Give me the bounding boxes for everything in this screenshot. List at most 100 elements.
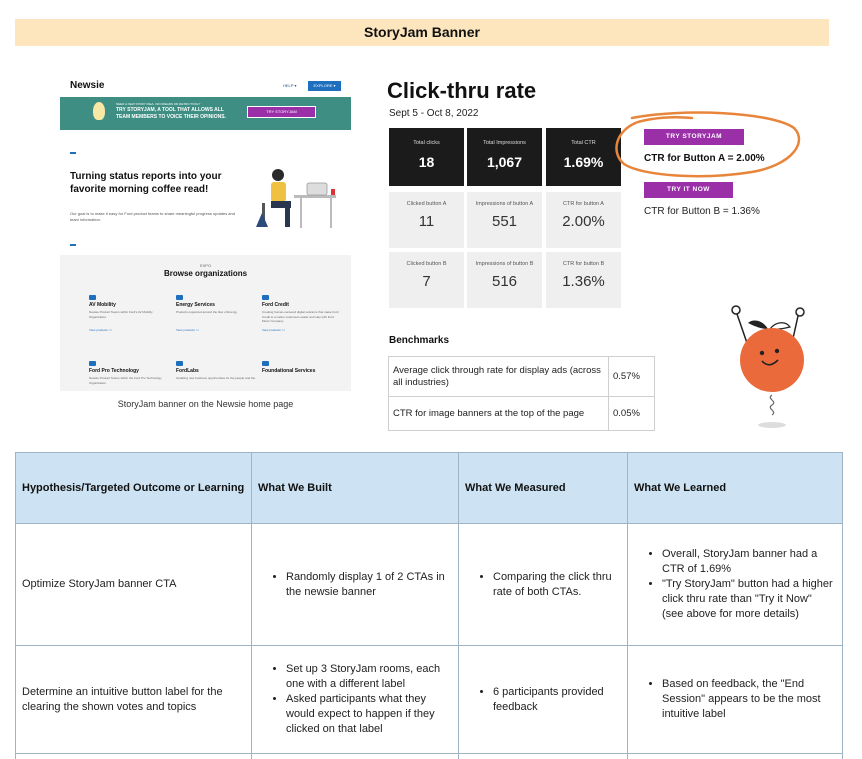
- org-more-link: View products >>: [176, 328, 200, 332]
- org-desc: Products organized around the flow of En…: [176, 310, 238, 314]
- benchmark-label: Average click through rate for display a…: [388, 356, 609, 397]
- hypothesis-cell: Determine an intuitive button label for …: [15, 645, 252, 754]
- total-impressions-tile: Total Impressions 1,067: [467, 128, 542, 186]
- tile-value: 7: [422, 273, 431, 290]
- org-name: Energy Services: [176, 302, 215, 308]
- tile-value: 18: [418, 154, 435, 170]
- newsie-logo: Newsie: [70, 80, 105, 91]
- tile-value: 551: [491, 213, 518, 230]
- newsie-header: Newsie HELP ▾ EXPLORE ▾: [60, 75, 351, 97]
- page-title: StoryJam Banner: [15, 19, 829, 46]
- table-row: Average click through rate for display a…: [388, 356, 655, 397]
- tile-label: CTR for button B: [562, 261, 605, 267]
- empty-cell: [458, 753, 628, 759]
- org-name: AV Mobility: [89, 302, 116, 308]
- benchmark-label: CTR for image banners at the top of the …: [388, 396, 609, 431]
- org-desc: Updating new business opportunities for …: [176, 376, 256, 380]
- table-row: CTR for image banners at the top of the …: [388, 396, 655, 431]
- try-storyjam-button: TRY STORYJAM: [644, 129, 744, 145]
- table-row: Optimize StoryJam banner CTA Randomly di…: [15, 523, 843, 646]
- ctr-title: Click-thru rate: [387, 78, 537, 103]
- ctr-button-a-tile: CTR for button A 2.00%: [546, 192, 621, 248]
- ctr-button-a-result: CTR for Button A = 2.00%: [644, 153, 765, 164]
- org-name: Foundational Services: [262, 368, 316, 374]
- measured-cell: 6 participants provided feedback: [458, 645, 628, 754]
- ctr-button-b-result: CTR for Button B = 1.36%: [644, 206, 760, 217]
- list-item: Randomly display 1 of 2 CTAs in the news…: [286, 570, 452, 600]
- list-item: "Try StoryJam" button had a higher click…: [662, 577, 836, 622]
- energy-icon: [176, 295, 183, 300]
- column-header: What We Learned: [627, 452, 843, 524]
- hero-heading: Turning status reports into your favorit…: [70, 171, 222, 195]
- benchmark-value: 0.05%: [608, 396, 655, 431]
- org-name: FordLabs: [176, 368, 199, 374]
- built-cell: Set up 3 StoryJam rooms, each one with a…: [251, 645, 459, 754]
- table-row: Determine an intuitive button label for …: [15, 645, 843, 754]
- tile-value: 11: [418, 213, 435, 230]
- tile-value: 516: [491, 273, 518, 290]
- hypothesis-cell: Optimize StoryJam banner CTA: [15, 523, 252, 646]
- learnings-table: Hypothesis/Targeted Outcome or Learning …: [15, 452, 843, 759]
- browse-organizations-section: EXPO Browse organizations AV Mobility Ne…: [60, 255, 351, 391]
- benchmark-value: 0.57%: [608, 356, 655, 397]
- total-clicks-tile: Total clicks 18: [389, 128, 464, 186]
- tile-value: 2.00%: [562, 213, 605, 230]
- laptop-icon: [176, 361, 183, 366]
- column-header: What We Measured: [458, 452, 628, 524]
- list-item: Based on feedback, the "End Session" app…: [662, 677, 836, 722]
- org-desc: Newsie Product Teams within Ford's AV Mo…: [89, 310, 153, 319]
- tile-label: Impressions of button B: [475, 261, 534, 267]
- car-icon: [89, 295, 96, 300]
- tile-value: 1.69%: [563, 154, 604, 170]
- benchmarks-table: Average click through rate for display a…: [388, 356, 655, 431]
- try-it-now-button: TRY IT NOW: [644, 182, 733, 198]
- org-more-link: View products >>: [262, 328, 286, 332]
- ctr-button-b-tile: CTR for button B 1.36%: [546, 252, 621, 308]
- list-item: 6 participants provided feedback: [493, 685, 621, 715]
- browse-eyebrow: EXPO: [199, 263, 212, 268]
- org-card: Energy Services Products organized aroun…: [176, 295, 256, 332]
- column-header: Hypothesis/Targeted Outcome or Learning: [15, 452, 252, 524]
- org-card: AV Mobility Newsie Product Teams within …: [89, 295, 169, 332]
- org-more-link: View products >>: [89, 328, 113, 332]
- tile-label: Impressions of button A: [475, 201, 534, 207]
- clicked-button-a-tile: Clicked button A 11: [389, 192, 464, 248]
- org-desc: Creating human-centered digital solution…: [262, 310, 339, 323]
- banner-text: NEED A NEW STORY IDEA, OR DREADS OR RETR…: [116, 102, 238, 121]
- empty-cell: [251, 753, 459, 759]
- benchmarks-title: Benchmarks: [389, 335, 450, 346]
- tile-label: Total CTR: [571, 140, 596, 146]
- empty-cell: [15, 753, 252, 759]
- table-row: [15, 753, 843, 759]
- list-item: Set up 3 StoryJam rooms, each one with a…: [286, 662, 452, 692]
- orange-mascot-illustration: [731, 305, 805, 428]
- highlight-circle: [615, 111, 801, 178]
- empty-cell: [627, 753, 843, 759]
- person-at-desk-illustration: [256, 169, 336, 228]
- newsie-screenshot: Newsie HELP ▾ EXPLORE ▾ NEED A NEW STORY…: [60, 75, 351, 391]
- tile-label: CTR for button A: [563, 201, 604, 207]
- list-item: Overall, StoryJam banner had a CTR of 1.…: [662, 547, 836, 577]
- org-card: Ford Pro Technology Newsie Product Teams…: [89, 361, 169, 391]
- network-icon: [262, 361, 269, 366]
- org-card: Ford Credit Creating human-centered digi…: [262, 295, 342, 332]
- tile-label: Total Impressions: [483, 140, 526, 146]
- list-item: Asked participants what they would expec…: [286, 692, 452, 737]
- divider: [70, 152, 76, 154]
- credit-card-icon: [262, 295, 269, 300]
- tile-label: Clicked button A: [406, 201, 447, 207]
- learned-cell: Based on feedback, the "End Session" app…: [627, 645, 843, 754]
- storyjam-banner-strip: NEED A NEW STORY IDEA, OR DREADS OR RETR…: [60, 97, 351, 130]
- column-header: What We Built: [251, 452, 459, 524]
- try-storyjam-banner-button: TRY STORYJAM: [247, 106, 316, 118]
- help-menu: HELP ▾: [283, 83, 297, 88]
- tile-value: 1,067: [486, 154, 523, 170]
- divider: [70, 244, 76, 246]
- clicked-button-b-tile: Clicked button B 7: [389, 252, 464, 308]
- tile-label: Clicked button B: [406, 261, 447, 267]
- list-item: Comparing the click thru rate of both CT…: [493, 570, 621, 600]
- tile-value: 1.36%: [562, 273, 605, 290]
- org-card: FordLabs Updating new business opportuni…: [176, 361, 256, 391]
- total-ctr-tile: Total CTR 1.69%: [546, 128, 621, 186]
- ctr-date-range: Sept 5 - Oct 8, 2022: [389, 108, 479, 119]
